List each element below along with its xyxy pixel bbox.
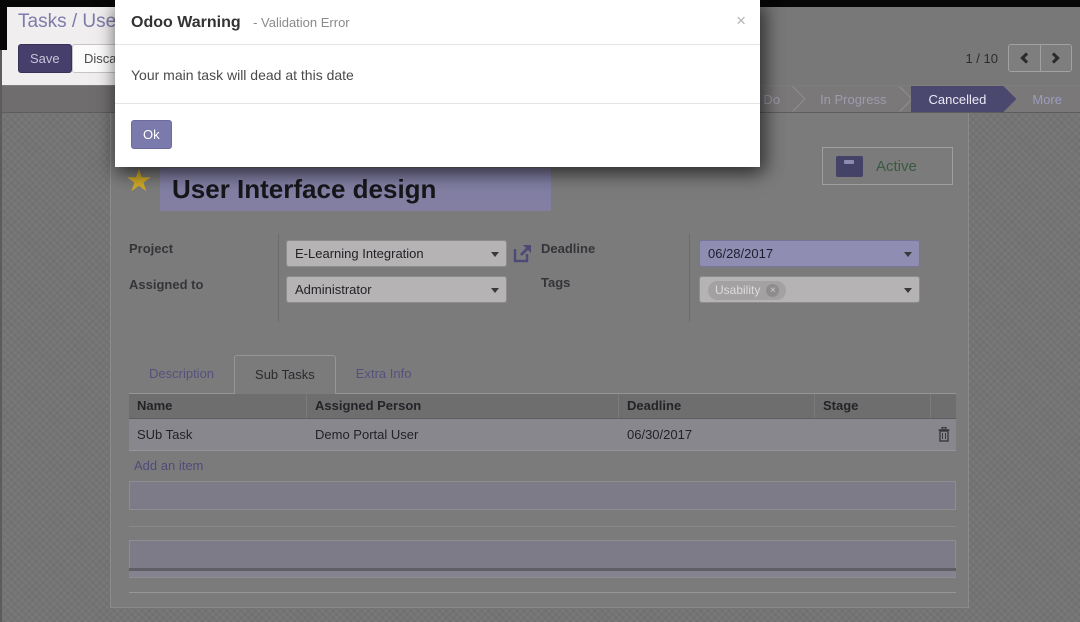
tab-sub-tasks[interactable]: Sub Tasks [234,355,336,394]
dialog-header: Odoo Warning - Validation Error × [115,0,760,45]
odoo-app-screen: Tasks / User Interface design Save Disca… [0,0,1080,622]
empty-field-band[interactable] [129,540,956,569]
dropdown-caret-icon [904,252,912,257]
pager-counter: 1 / 10 [940,51,998,66]
assigned-to-select[interactable]: Administrator [286,276,507,303]
dialog-footer: Ok [115,104,760,167]
column-header-stage[interactable]: Stage [815,394,931,418]
stage-label: Cancelled [929,92,987,107]
row-stage [815,419,931,450]
deadline-date-field[interactable]: 06/28/2017 [699,240,920,267]
divider-line [129,592,956,593]
stage-cancelled-active[interactable]: Cancelled [911,86,1017,112]
field-group-divider [689,234,690,322]
column-header-actions [931,394,956,418]
dropdown-caret-icon [491,252,499,257]
add-an-item-link[interactable]: Add an item [134,458,203,473]
archive-box-icon [836,156,863,177]
field-group-divider [278,234,279,322]
row-name: SUb Task [129,419,307,450]
divider-strip-light [129,571,956,578]
stage-separator-icon [780,86,805,111]
window-left-corner [0,0,7,50]
save-button[interactable]: Save [18,44,72,73]
pager [1008,44,1072,72]
active-toggle-button[interactable]: Active [822,147,953,185]
priority-star-icon[interactable]: ★ [125,165,153,196]
assigned-to-label: Assigned to [129,277,203,292]
active-label: Active [876,158,917,175]
tab-extra-info[interactable]: Extra Info [336,355,432,394]
subtasks-table: Name Assigned Person Deadline Stage SUb … [129,394,956,451]
assigned-to-value: Administrator [295,282,372,297]
divider-line [129,526,956,527]
table-header-row: Name Assigned Person Deadline Stage [129,394,956,419]
stage-more-dropdown[interactable]: More [1016,86,1080,112]
dialog-message: Your main task will dead at this date [115,45,760,104]
dialog-subtitle: - Validation Error [253,15,350,30]
row-deadline: 06/30/2017 [619,419,815,450]
table-row[interactable]: SUb Task Demo Portal User 06/30/2017 [129,419,956,451]
stage-in-progress[interactable]: In Progress [804,86,910,112]
tag-label: Usability [715,281,760,300]
row-assigned-person: Demo Portal User [307,419,619,450]
tab-description[interactable]: Description [129,355,234,394]
stage-label: More [1032,92,1062,107]
form-sheet: ★ User Interface design Active Project A… [110,113,969,608]
pager-next-button[interactable] [1041,44,1073,72]
project-select[interactable]: E-Learning Integration [286,240,507,267]
warning-dialog: Odoo Warning - Validation Error × Your m… [115,0,760,167]
tags-label: Tags [541,275,570,290]
close-icon[interactable]: × [736,12,746,29]
tag-pill: Usability × [708,281,786,300]
chevron-left-icon [1020,52,1031,63]
dialog-title: Odoo Warning [131,14,241,31]
external-link-icon[interactable] [512,242,534,264]
column-header-deadline[interactable]: Deadline [619,394,815,418]
trash-icon [938,427,950,442]
delete-row-button[interactable] [931,419,956,450]
window-left-edge [0,50,2,622]
ok-button[interactable]: Ok [131,120,172,149]
task-title-field[interactable]: User Interface design [160,168,551,211]
project-value: E-Learning Integration [295,246,424,261]
stage-strip: To Do In Progress Cancelled More [730,86,1080,112]
dropdown-caret-icon [491,288,499,293]
column-header-name[interactable]: Name [129,394,307,418]
project-label: Project [129,241,173,256]
deadline-value: 06/28/2017 [708,246,773,261]
column-header-assigned-person[interactable]: Assigned Person [307,394,619,418]
tags-field[interactable]: Usability × [699,276,920,303]
control-panel-dim-overlay [755,0,1080,85]
notebook-tabs: Description Sub Tasks Extra Info [129,355,431,394]
deadline-label: Deadline [541,241,595,256]
stage-separator-icon [887,86,912,111]
pager-previous-button[interactable] [1008,44,1041,72]
dropdown-caret-icon [904,288,912,293]
tag-remove-icon[interactable]: × [766,284,779,297]
empty-field-band[interactable] [129,481,956,510]
chevron-right-icon [1049,52,1060,63]
stage-label: In Progress [820,92,886,107]
